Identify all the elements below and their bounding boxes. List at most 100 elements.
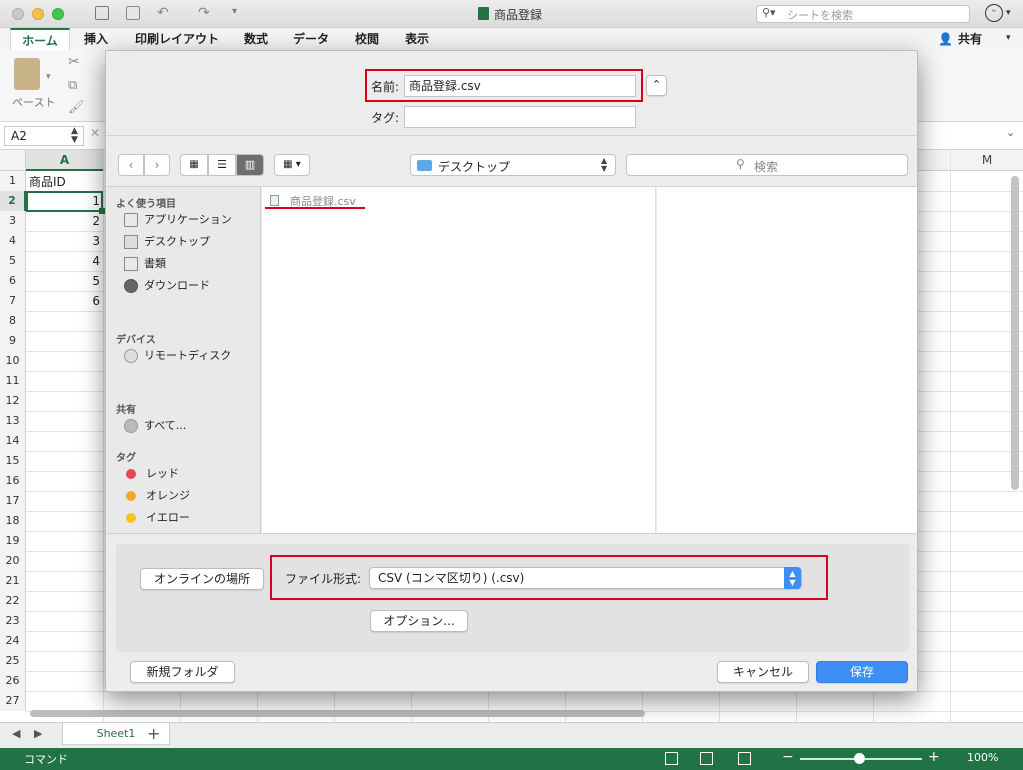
format-painter-icon[interactable]: 🖌 [68, 100, 85, 115]
row-header[interactable]: 16 [0, 471, 26, 491]
row-header[interactable]: 7 [0, 291, 26, 311]
row-header[interactable]: 24 [0, 631, 26, 651]
sidebar-tag-orange[interactable]: オレンジ [124, 486, 190, 506]
back-chevron-icon[interactable]: ‹ [118, 154, 144, 176]
cell-a3[interactable]: 2 [26, 211, 103, 231]
cell-a7[interactable]: 6 [26, 291, 103, 311]
name-box[interactable]: A2 ▲ ▼ [4, 126, 84, 146]
column-header-a[interactable]: A [26, 150, 103, 171]
row-header[interactable]: 26 [0, 671, 26, 691]
options-button[interactable]: オプション... [370, 610, 468, 632]
row-header[interactable]: 12 [0, 391, 26, 411]
collapse-dialog-button[interactable]: ⌃ [646, 75, 667, 96]
row-header[interactable]: 21 [0, 571, 26, 591]
save-icon[interactable] [126, 6, 140, 20]
filename-input[interactable]: 商品登録.csv [404, 75, 636, 97]
tags-input[interactable] [404, 106, 636, 128]
cancel-button[interactable]: キャンセル [717, 661, 809, 683]
customize-toolbar-icon[interactable]: ▾ [232, 6, 237, 17]
row-header[interactable]: 25 [0, 651, 26, 671]
select-all-corner[interactable] [0, 150, 26, 171]
add-sheet-button[interactable]: + [147, 724, 160, 743]
add-person-icon[interactable]: 👤 [938, 32, 953, 46]
tab-data[interactable]: データ [293, 28, 329, 50]
file-format-select[interactable]: CSV (コンマ区切り) (.csv) ▲ ▼ [369, 567, 802, 589]
row-header[interactable]: 14 [0, 431, 26, 451]
page-layout-view-icon[interactable] [700, 752, 713, 765]
chevron-down-icon[interactable]: ▾ [1006, 8, 1011, 18]
tab-formulas[interactable]: 数式 [244, 28, 268, 50]
row-header[interactable]: 8 [0, 311, 26, 331]
sidebar-item-remote-disc[interactable]: リモートディスク [124, 346, 231, 366]
tab-view[interactable]: 表示 [405, 28, 429, 50]
undo-icon[interactable]: ↶ [157, 5, 169, 21]
sidebar-tag-yellow[interactable]: イエロー [124, 508, 190, 528]
gallery-view-icon[interactable]: ▦ ▾ [274, 154, 310, 176]
row-header[interactable]: 5 [0, 251, 26, 271]
row-header[interactable]: 10 [0, 351, 26, 371]
row-header[interactable]: 6 [0, 271, 26, 291]
share-chevron-icon[interactable]: ▾ [1006, 33, 1011, 43]
row-header[interactable]: 20 [0, 551, 26, 571]
cell-a1[interactable]: 商品ID [29, 172, 66, 192]
zoom-in-button[interactable]: + [928, 749, 940, 765]
row-header[interactable]: 4 [0, 231, 26, 251]
row-header[interactable]: 3 [0, 211, 26, 231]
sidebar-tag-red[interactable]: レッド [124, 464, 179, 484]
row-header[interactable]: 27 [0, 691, 26, 711]
forward-chevron-icon[interactable]: › [144, 154, 170, 176]
row-header[interactable]: 19 [0, 531, 26, 551]
sidebar-item-applications[interactable]: アプリケーション [124, 210, 232, 230]
name-box-stepper-icon[interactable]: ▲ ▼ [71, 127, 78, 145]
finder-search-field[interactable]: ⚲ 検索 [626, 154, 908, 176]
location-popup[interactable]: デスクトップ ▲ ▼ [410, 154, 616, 176]
page-break-view-icon[interactable] [738, 752, 751, 765]
column-view-icon[interactable]: ▥ [236, 154, 264, 176]
row-header[interactable]: 1 [0, 171, 26, 191]
copy-icon[interactable]: ⧉ [68, 78, 77, 93]
row-header[interactable]: 17 [0, 491, 26, 511]
paste-chevron-icon[interactable]: ▾ [46, 72, 51, 82]
tab-page-layout[interactable]: 印刷レイアウト [135, 28, 219, 50]
row-header[interactable]: 13 [0, 411, 26, 431]
sheet-search-box[interactable]: ⚲▾ シートを検索 [756, 5, 970, 23]
sidebar-item-desktop[interactable]: デスクトップ [124, 232, 210, 252]
row-header[interactable]: 15 [0, 451, 26, 471]
sidebar-toggle-icon[interactable] [95, 6, 109, 20]
row-header[interactable]: 11 [0, 371, 26, 391]
redo-icon[interactable]: ↷ [198, 5, 210, 21]
vertical-scrollbar-thumb[interactable] [1011, 176, 1019, 490]
close-window-button[interactable] [12, 8, 24, 20]
formula-cancel-icon[interactable]: ✕ [90, 126, 100, 140]
cell-a2[interactable]: 1 [26, 191, 103, 211]
zoom-out-button[interactable]: − [782, 749, 794, 765]
online-locations-button[interactable]: オンラインの場所 [140, 568, 264, 590]
new-folder-button[interactable]: 新規フォルダ [130, 661, 235, 683]
cell-a5[interactable]: 4 [26, 251, 103, 271]
row-header[interactable]: 23 [0, 611, 26, 631]
minimize-window-button[interactable] [32, 8, 44, 20]
normal-view-icon[interactable] [665, 752, 678, 765]
sidebar-item-downloads[interactable]: ダウンロード [124, 276, 210, 296]
share-button[interactable]: 共有 [958, 28, 982, 50]
previous-sheet-icon[interactable]: ◀ [12, 727, 20, 740]
tab-insert[interactable]: 挿入 [84, 28, 108, 50]
zoom-slider-thumb[interactable] [854, 753, 865, 764]
column-header-m[interactable]: M [950, 150, 1023, 171]
next-sheet-icon[interactable]: ▶ [34, 727, 42, 740]
horizontal-scrollbar-thumb[interactable] [30, 710, 645, 717]
row-header[interactable]: 22 [0, 591, 26, 611]
cut-icon[interactable]: ✂ [68, 54, 80, 70]
list-view-icon[interactable]: ☰ [208, 154, 236, 176]
cell-a4[interactable]: 3 [26, 231, 103, 251]
row-header[interactable]: 2 [0, 191, 26, 211]
row-header[interactable]: 9 [0, 331, 26, 351]
sidebar-item-all-shared[interactable]: すべて... [124, 416, 186, 436]
zoom-window-button[interactable] [52, 8, 64, 20]
icon-view-icon[interactable]: ▦ [180, 154, 208, 176]
smiley-feedback-icon[interactable]: ᵕ [985, 4, 1003, 22]
sidebar-item-documents[interactable]: 書類 [124, 254, 166, 274]
formula-expand-icon[interactable]: ⌄ [1006, 126, 1015, 139]
row-header[interactable]: 18 [0, 511, 26, 531]
cell-a6[interactable]: 5 [26, 271, 103, 291]
